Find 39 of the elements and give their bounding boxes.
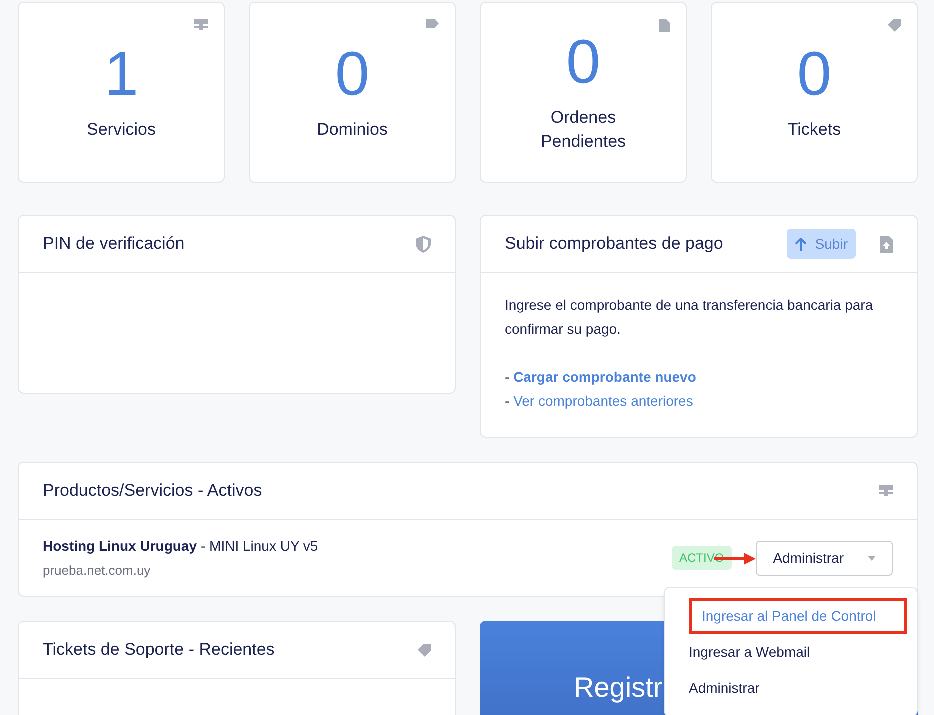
tag-icon [418, 644, 431, 656]
file-icon [659, 19, 670, 32]
menu-item[interactable]: Ingresar al Panel de Control [689, 598, 907, 634]
stat-label: Tickets [786, 118, 842, 140]
link[interactable]: Ver comprobantes anteriores [514, 389, 694, 413]
instructions-text: Ingrese el comprobante de una transferencia bancaria para confirmar su pago. [505, 296, 874, 339]
stat-label: Dominios [316, 118, 389, 140]
panel-title: Productos/Servicios - Activos [43, 480, 262, 502]
stat-value: 0 [335, 44, 370, 106]
dash-text: - [505, 392, 511, 411]
stat-value: 1 [104, 44, 139, 106]
panel-title: Tickets de Soporte - Recientes [43, 639, 275, 662]
file-upload-icon [880, 236, 893, 252]
menu-item[interactable]: Ingresar a Webmail [689, 634, 907, 670]
product-name: Hosting Linux Uruguay [43, 536, 197, 556]
menu-item[interactable]: Administrar [689, 670, 907, 706]
server-icon [194, 19, 208, 31]
tag-icon [426, 19, 439, 28]
dash-text: - [505, 368, 511, 387]
product-plan: - MINI Linux UY v5 [201, 536, 318, 556]
panel-title: Subir comprobantes de pago [505, 233, 724, 256]
banner-text: Registr [574, 672, 663, 703]
caret-icon [868, 556, 876, 560]
stat-card[interactable]: 1 Servicios [18, 2, 225, 183]
stat-label: Servicios [86, 118, 157, 140]
arrow-up-icon [795, 238, 808, 250]
stat-card[interactable]: 0 Ordenes Pendientes [480, 2, 687, 183]
stat-label: Ordenes Pendientes [540, 106, 628, 152]
tag-icon [888, 19, 901, 32]
server-icon [879, 485, 893, 497]
stat-value: 0 [797, 44, 832, 106]
shield-icon [416, 236, 431, 252]
manage-dropdown-button[interactable]: Administrar [756, 540, 893, 576]
stat-card[interactable]: 0 Tickets [711, 2, 918, 183]
stat-value: 0 [566, 32, 601, 94]
domain-text: prueba.net.com.uy [43, 562, 152, 580]
stat-card[interactable]: 0 Dominios [249, 2, 456, 183]
link[interactable]: Cargar comprobante nuevo [514, 365, 696, 389]
panel-title: PIN de verificación [43, 233, 185, 256]
